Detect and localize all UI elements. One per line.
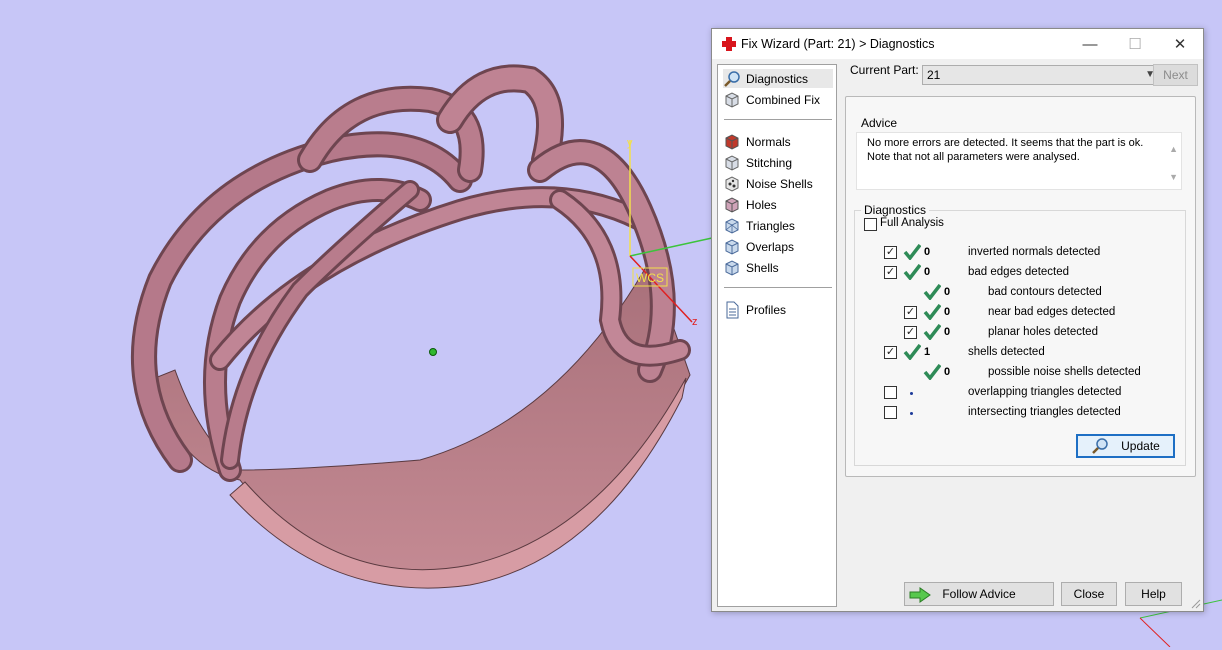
- nav-label: Diagnostics: [746, 71, 809, 86]
- near-bad-edges-label: near bad edges detected: [988, 306, 1116, 318]
- nav-label: Triangles: [746, 218, 795, 233]
- shells-cube-icon: [725, 259, 739, 276]
- full-analysis-label: Full Analysis: [880, 217, 944, 229]
- nav-label: Holes: [746, 197, 777, 212]
- check-icon: [923, 304, 941, 320]
- wcs-label: WCS: [636, 271, 664, 285]
- planar-holes-checkbox[interactable]: ✓: [904, 326, 917, 339]
- nav-label: Combined Fix: [746, 92, 821, 107]
- check-icon: [903, 344, 921, 360]
- diagnostics-title: Diagnostics: [861, 203, 930, 217]
- red-cross-icon: [722, 37, 736, 51]
- bad-edges-checkbox[interactable]: ✓: [884, 266, 897, 279]
- check-icon: [923, 284, 941, 300]
- follow-advice-label: Follow Advice: [942, 587, 1016, 601]
- pivot-point: [429, 348, 437, 356]
- advice-text-line: No more errors are detected. It seems th…: [867, 137, 1144, 149]
- bad-contours-count: 0: [944, 286, 951, 298]
- follow-advice-button[interactable]: Follow Advice: [904, 582, 1054, 606]
- axis-y-label: y: [627, 137, 633, 149]
- normals-cube-icon: [725, 133, 739, 150]
- current-part-label: Current Part:: [850, 63, 919, 77]
- inverted-normals-label: inverted normals detected: [968, 246, 1101, 258]
- near-bad-edges-checkbox[interactable]: ✓: [904, 306, 917, 319]
- cube-icon: [725, 91, 739, 108]
- nav-item-diagnostics[interactable]: Diagnostics: [723, 69, 833, 88]
- current-part-value: 21: [927, 68, 941, 82]
- holes-cube-icon: [725, 196, 739, 213]
- noise-shells-icon: [725, 175, 739, 192]
- document-icon: [726, 301, 739, 318]
- bad-edges-count: 0: [924, 266, 931, 278]
- advice-text-box[interactable]: No more errors are detected. It seems th…: [856, 132, 1182, 190]
- nav-item-holes[interactable]: Holes: [723, 195, 833, 214]
- nav-divider: [724, 119, 832, 120]
- shells-checkbox[interactable]: ✓: [884, 346, 897, 359]
- diagnostics-panel: Advice No more errors are detected. It s…: [845, 96, 1196, 477]
- close-button[interactable]: Close: [1061, 582, 1117, 606]
- help-button[interactable]: Help: [1125, 582, 1182, 606]
- update-label: Update: [1121, 439, 1160, 453]
- axis-z-label: z: [692, 316, 698, 328]
- overlapping-triangles-label: overlapping triangles detected: [968, 386, 1122, 398]
- magnifier-icon: [724, 70, 740, 87]
- bad-edges-label: bad edges detected: [968, 266, 1070, 278]
- noise-shells-label: possible noise shells detected: [988, 366, 1141, 378]
- minimize-button[interactable]: —: [1067, 29, 1113, 59]
- nav-item-overlaps[interactable]: Overlaps: [723, 237, 833, 256]
- inverted-normals-count: 0: [924, 246, 931, 258]
- check-icon: [903, 264, 921, 280]
- full-analysis-checkbox[interactable]: [864, 218, 877, 231]
- nav-item-normals[interactable]: Normals: [723, 132, 833, 151]
- maximize-button[interactable]: ☐: [1112, 29, 1158, 59]
- fix-nav-panel: Diagnostics Combined Fix Normals Stitchi…: [717, 64, 837, 607]
- dialog-titlebar[interactable]: Fix Wizard (Part: 21) > Diagnostics — ☐ …: [712, 29, 1203, 59]
- stitching-cube-icon: [725, 154, 739, 171]
- check-icon: [903, 244, 921, 260]
- advice-text-line: Note that not all parameters were analys…: [867, 151, 1080, 163]
- next-button[interactable]: Next: [1153, 64, 1198, 86]
- noise-shells-count: 0: [944, 366, 951, 378]
- close-window-button[interactable]: ✕: [1157, 29, 1203, 59]
- check-icon: [923, 324, 941, 340]
- update-button[interactable]: Update: [1076, 434, 1175, 458]
- dialog-title: Fix Wizard (Part: 21) > Diagnostics: [741, 37, 935, 51]
- green-arrow-icon: [909, 587, 931, 603]
- planar-holes-label: planar holes detected: [988, 326, 1098, 338]
- bad-contours-label: bad contours detected: [988, 286, 1102, 298]
- shells-count: 1: [924, 346, 931, 358]
- intersecting-triangles-label: intersecting triangles detected: [968, 406, 1121, 418]
- advice-title: Advice: [858, 116, 901, 130]
- magnifier-icon: [1092, 438, 1108, 454]
- overlapping-triangles-checkbox[interactable]: [884, 386, 897, 399]
- nav-item-noise-shells[interactable]: Noise Shells: [723, 174, 833, 193]
- intersecting-triangles-checkbox[interactable]: [884, 406, 897, 419]
- nav-item-shells[interactable]: Shells: [723, 258, 833, 277]
- resize-grip-icon[interactable]: [1191, 599, 1201, 609]
- pending-dot-icon: [910, 412, 913, 415]
- nav-divider: [724, 287, 832, 288]
- nav-label: Stitching: [746, 155, 793, 170]
- nav-label: Profiles: [746, 302, 787, 317]
- overlaps-cube-icon: [725, 238, 739, 255]
- shells-label: shells detected: [968, 346, 1045, 358]
- nav-label: Shells: [746, 260, 779, 275]
- nav-item-stitching[interactable]: Stitching: [723, 153, 833, 172]
- nav-label: Overlaps: [746, 239, 795, 254]
- nav-item-combined-fix[interactable]: Combined Fix: [723, 90, 833, 109]
- triangles-cube-icon: [725, 217, 739, 234]
- nav-label: Normals: [746, 134, 791, 149]
- current-part-select[interactable]: 21 ▼: [922, 65, 1160, 85]
- planar-holes-count: 0: [944, 326, 951, 338]
- pending-dot-icon: [910, 392, 913, 395]
- near-bad-edges-count: 0: [944, 306, 951, 318]
- check-icon: [923, 364, 941, 380]
- fix-wizard-dialog: Fix Wizard (Part: 21) > Diagnostics — ☐ …: [711, 28, 1204, 612]
- scrollbar[interactable]: ▲ ▼: [1169, 135, 1178, 191]
- nav-label: Noise Shells: [746, 176, 813, 191]
- nav-item-profiles[interactable]: Profiles: [723, 300, 833, 319]
- nav-item-triangles[interactable]: Triangles: [723, 216, 833, 235]
- inverted-normals-checkbox[interactable]: ✓: [884, 246, 897, 259]
